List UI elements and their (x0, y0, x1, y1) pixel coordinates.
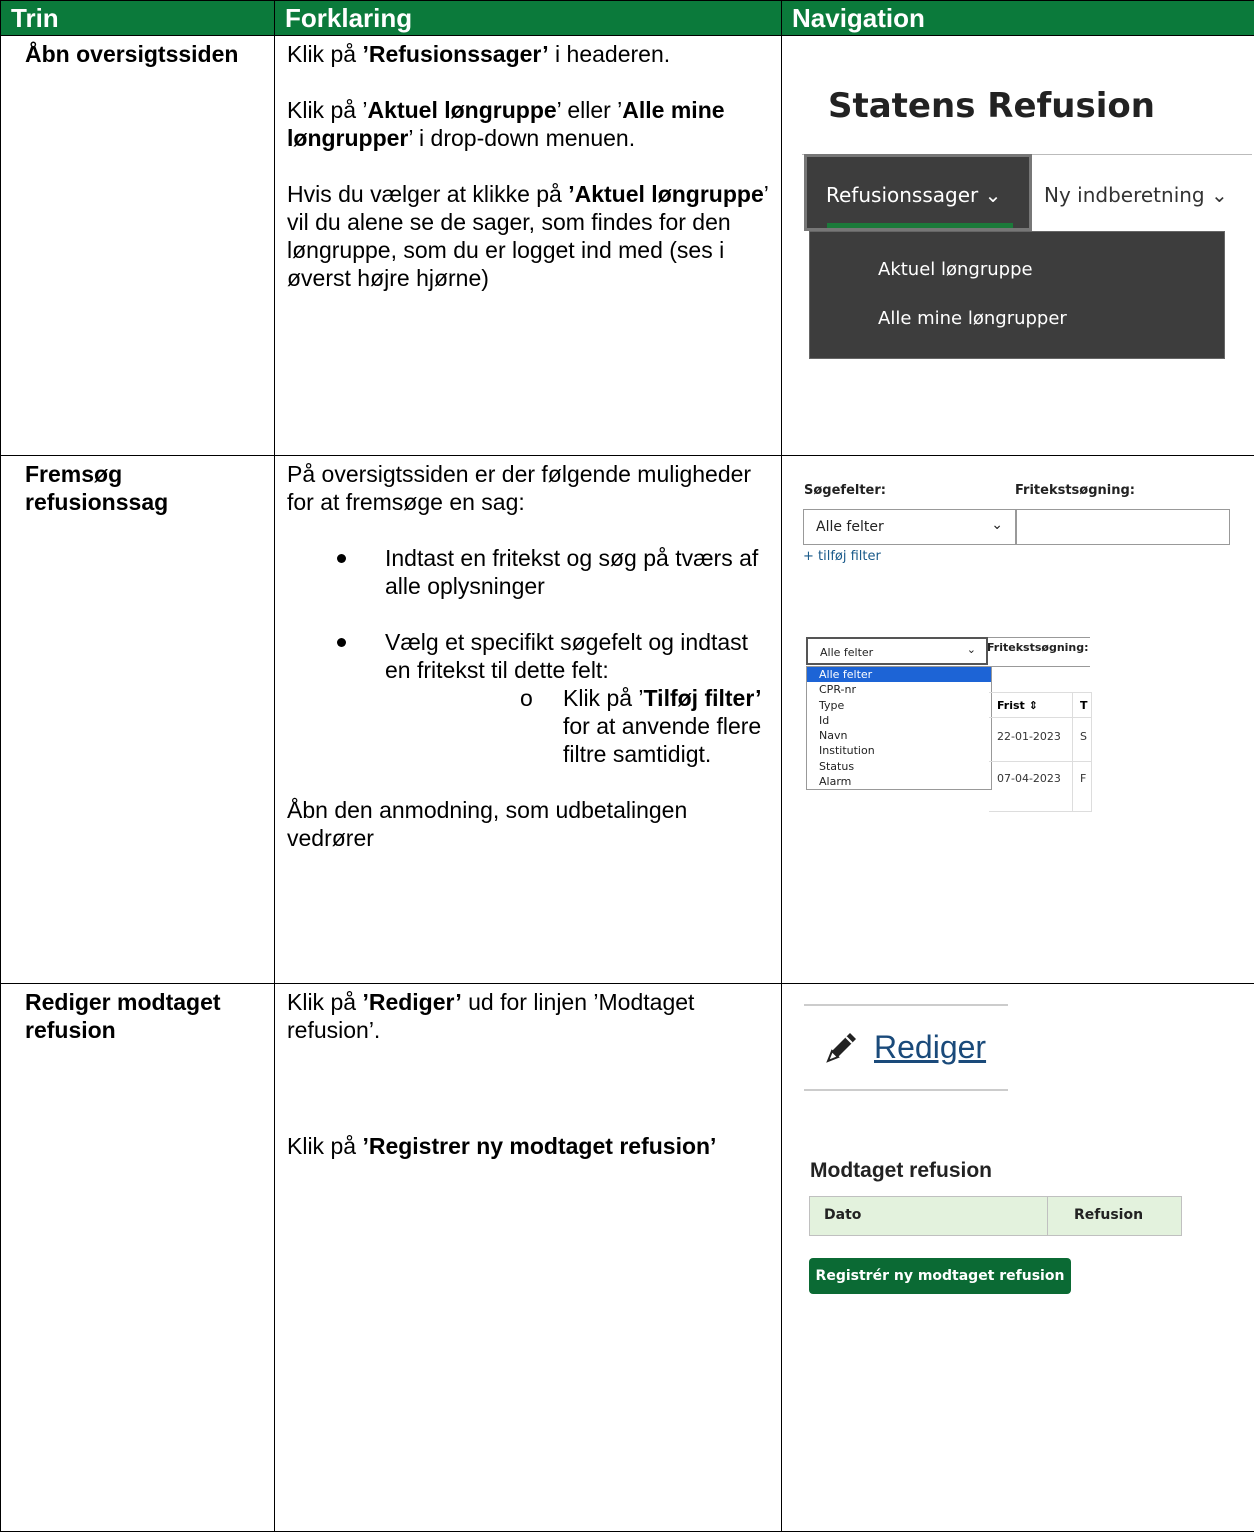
table-divider (1072, 693, 1073, 811)
step-title: Rediger modtaget refusion (1, 984, 275, 1532)
step-row-2: Fremsøg refusionssag På oversigtssiden e… (1, 456, 1254, 984)
explanation-paragraph: Klik på ’Refusionssager’ i headeren. (287, 40, 771, 68)
table-cell: 22-01-2023 (997, 730, 1061, 743)
sogefelter-label: Søgefelter: (804, 483, 886, 498)
option-type[interactable]: Type (807, 698, 991, 713)
step-explanation: Klik på ’Rediger’ ud for linjen ’Modtage… (275, 984, 782, 1532)
bullet-item: Vælg et specifikt søgefelt og indtast en… (287, 628, 771, 768)
option-cpr-nr[interactable]: CPR-nr (807, 682, 991, 697)
dropdown-item-alle-mine-longrupper[interactable]: Alle mine løngrupper (878, 308, 1067, 329)
bullet-icon (337, 554, 346, 563)
step-row-3: Rediger modtaget refusion Klik på ’Redig… (1, 984, 1254, 1532)
explanation-paragraph: På oversigtssiden er der følgende muligh… (287, 460, 771, 516)
option-id[interactable]: Id (807, 713, 991, 728)
dropdown-item-aktuel-longruppe[interactable]: Aktuel løngruppe (878, 259, 1033, 280)
fritekst-input[interactable] (988, 637, 1090, 667)
table-cell: F (1080, 772, 1086, 785)
header-forklaring: Forklaring (275, 1, 782, 36)
option-navn[interactable]: Navn (807, 728, 991, 743)
guide-table: Trin Forklaring Navigation Åbn oversigts… (0, 0, 1254, 1532)
sogefelter-select-open[interactable]: Alle felter⌄ (806, 637, 988, 665)
pencil-icon (822, 1027, 862, 1067)
option-institution[interactable]: Institution (807, 743, 991, 758)
column-header-dato: Dato (824, 1207, 861, 1223)
header-row: Trin Forklaring Navigation (1, 1, 1254, 36)
refusionssager-menu[interactable]: Refusionssager ⌄ (826, 183, 1001, 207)
brand-title: Statens Refusion (828, 86, 1155, 126)
bullet-icon (337, 638, 346, 647)
rediger-link[interactable]: Rediger (874, 1029, 986, 1066)
table-divider (989, 761, 1091, 762)
navigation-screenshot-search: Søgefelter: Fritekstsøgning: Alle felter… (782, 456, 1254, 984)
sub-bullet-item: oKlik på ’Tilføj filter’ for at anvende … (385, 684, 771, 768)
step-title: Åbn oversigtssiden (1, 36, 275, 456)
option-alarm[interactable]: Alarm (807, 774, 991, 789)
column-header-refusion: Refusion (1074, 1207, 1143, 1223)
option-alle-felter[interactable]: Alle felter (807, 667, 991, 682)
explanation-paragraph: Åbn den anmodning, som udbetalingen vedr… (287, 796, 771, 852)
refusionssager-dropdown: Aktuel løngruppe Alle mine løngrupper (809, 231, 1225, 359)
fritekst-input[interactable] (1016, 509, 1230, 545)
guide-document: Trin Forklaring Navigation Åbn oversigts… (0, 0, 1254, 1531)
explanation-paragraph: Klik på ’Registrer ny modtaget refusion’ (287, 1132, 771, 1160)
chevron-down-icon: ⌄ (985, 183, 1002, 207)
active-menu-underline (827, 223, 1013, 228)
sogefelter-select[interactable]: Alle felter⌄ (803, 509, 1016, 545)
chevron-down-icon: ⌄ (1211, 183, 1228, 207)
divider-line (804, 1004, 1008, 1006)
fritekst-label: Fritekstsøgning: (1015, 483, 1135, 498)
step-explanation: På oversigtssiden er der følgende muligh… (275, 456, 782, 984)
option-status[interactable]: Status (807, 759, 991, 774)
circle-bullet-icon: o (520, 684, 533, 712)
table-divider (989, 717, 1091, 718)
column-divider (1047, 1197, 1048, 1235)
header-trin: Trin (1, 1, 275, 36)
ny-indberetning-menu[interactable]: Ny indberetning ⌄ (1044, 183, 1228, 207)
results-table-fragment: Frist ⇕ T 22-01-2023 S 07-04-2023 F (989, 692, 1092, 812)
divider-line (804, 1089, 1008, 1091)
bullet-list: Indtast en fritekst og søg på tværs af a… (287, 544, 771, 768)
modtaget-refusion-table-header: Dato Refusion (809, 1196, 1182, 1236)
header-navigation: Navigation (782, 1, 1254, 36)
chevron-down-icon: ⌄ (991, 517, 1003, 533)
column-header-frist[interactable]: Frist ⇕ (997, 699, 1038, 712)
table-cell: S (1080, 730, 1087, 743)
step-title: Fremsøg refusionssag (1, 456, 275, 984)
navigation-screenshot-rediger: Rediger Modtaget refusion Dato Refusion … (782, 984, 1254, 1532)
explanation-paragraph: Hvis du vælger at klikke på ’Aktuel løng… (287, 180, 771, 292)
navigation-screenshot-header-menu: Statens Refusion Refusionssager ⌄ Ny ind… (782, 36, 1254, 456)
modtaget-refusion-title: Modtaget refusion (810, 1159, 992, 1183)
explanation-paragraph: Klik på ’Rediger’ ud for linjen ’Modtage… (287, 988, 771, 1044)
column-header-t[interactable]: T (1080, 699, 1088, 712)
add-filter-link[interactable]: + tilføj filter (803, 549, 881, 564)
step-explanation: Klik på ’Refusionssager’ i headeren. Kli… (275, 36, 782, 456)
explanation-paragraph: Klik på ’Aktuel løngruppe’ eller ’Alle m… (287, 96, 771, 152)
step-row-1: Åbn oversigtssiden Klik på ’Refusionssag… (1, 36, 1254, 456)
table-cell: 07-04-2023 (997, 772, 1061, 785)
chevron-down-icon: ⌄ (967, 643, 976, 656)
sogefelter-options-list: Alle felter CPR-nr Type Id Navn Institut… (806, 666, 992, 790)
bullet-item: Indtast en fritekst og søg på tværs af a… (287, 544, 771, 600)
register-new-refusion-button[interactable]: Registrér ny modtaget refusion (809, 1258, 1071, 1294)
